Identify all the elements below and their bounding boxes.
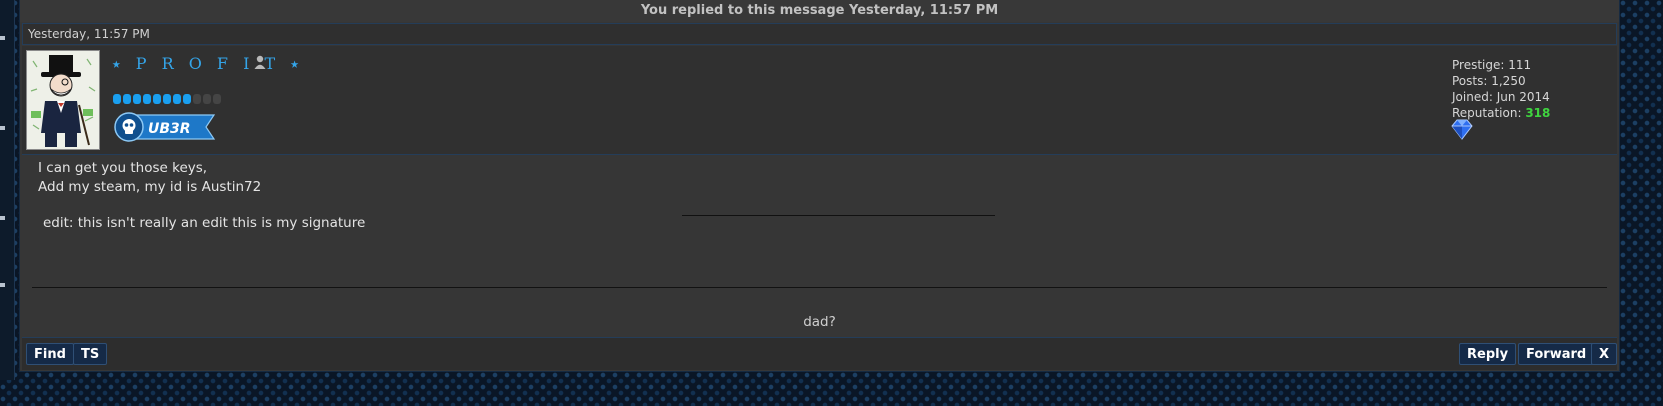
message-body: I can get you those keys, Add my steam, … [38,159,365,233]
posts-value: 1,250 [1491,74,1526,88]
forward-button[interactable]: Forward [1518,343,1595,365]
rank-pip [163,94,171,104]
monopoly-man-avatar[interactable] [26,50,100,150]
prestige-value: 111 [1508,58,1532,72]
rank-pip [153,94,161,104]
rank-pip [213,94,221,104]
strip-marker [0,126,5,130]
message-line: Add my steam, my id is Austin72 [38,179,262,195]
strip-marker [0,283,5,287]
posts-stat: Posts: 1,250 [1452,74,1526,88]
rank-pip [143,94,151,104]
rank-pip [133,94,141,104]
rank-pip [183,94,191,104]
user-stats: Prestige: 111 Posts: 1,250 Joined: Jun 2… [1452,57,1550,121]
ts-button[interactable]: TS [73,343,108,365]
post-action-bar: Find TS Reply Forward X [22,337,1618,370]
strip-marker [0,36,5,40]
reply-notice: You replied to this message Yesterday, 1… [20,0,1619,22]
usergroup-badge-label: UB3R [148,121,191,137]
post-date: Yesterday, 11:57 PM [22,23,1617,45]
rank-pip [173,94,181,104]
joined-value: Jun 2014 [1496,90,1550,104]
user-offline-icon [254,54,266,73]
left-scroll-strip[interactable] [0,0,15,380]
message-line: edit: this isn't really an edit this is … [43,215,366,231]
signature-text: dad? [803,314,836,330]
rank-pip [123,94,131,104]
rank-pip [113,94,121,104]
username[interactable]: ⭑ P R O F I T ⭑ [112,54,304,74]
reply-button[interactable]: Reply [1459,343,1517,365]
close-button[interactable]: X [1591,343,1618,365]
reputation-value: 318 [1525,106,1551,120]
rank-pip [193,94,201,104]
message-line: I can get you those keys, [38,160,208,176]
strip-marker [0,216,5,220]
prestige-stat: Prestige: 111 [1452,58,1532,72]
body-divider [682,215,995,216]
signature-divider [32,287,1607,288]
rank-indicator [113,94,221,104]
find-button[interactable]: Find [26,343,74,365]
message-panel: You replied to this message Yesterday, 1… [19,0,1620,372]
joined-stat: Joined: Jun 2014 [1452,90,1550,104]
post-author-header: ⭑ P R O F I T ⭑ UB3R Prestige: 111 Posts… [22,46,1617,155]
rank-pip [203,94,211,104]
usergroup-badge: UB3R [114,112,218,146]
diamond-gem-icon [1451,118,1473,144]
